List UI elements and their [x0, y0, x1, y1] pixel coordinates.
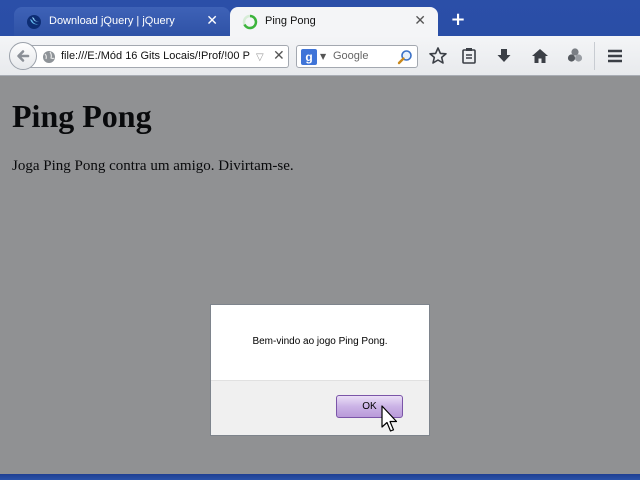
dialog-message: Bem-vindo ao jogo Ping Pong.: [252, 336, 388, 347]
addon-icon[interactable]: [565, 46, 585, 66]
download-icon[interactable]: [494, 46, 514, 66]
hamburger-menu-icon[interactable]: [605, 46, 625, 66]
loading-spinner-icon: [242, 14, 258, 30]
back-button[interactable]: [9, 42, 37, 70]
tab-title: Ping Pong: [265, 15, 316, 27]
bookmark-star-icon[interactable]: [428, 46, 448, 66]
mouse-cursor-icon: [381, 405, 398, 432]
navigation-toolbar: file:///E:/Mód 16 Gits Locais/!Prof/!00 …: [0, 36, 640, 76]
url-text[interactable]: file:///E:/Mód 16 Gits Locais/!Prof/!00 …: [61, 50, 251, 62]
url-bar[interactable]: file:///E:/Mód 16 Gits Locais/!Prof/!00 …: [30, 45, 289, 68]
chevron-down-icon[interactable]: ▼: [320, 52, 326, 61]
new-tab-button[interactable]: +: [448, 10, 468, 30]
stop-icon[interactable]: ✕: [273, 48, 285, 64]
close-icon[interactable]: ✕: [414, 13, 426, 29]
tab-ping-pong[interactable]: Ping Pong ✕: [230, 7, 438, 36]
globe-icon: [43, 51, 55, 63]
tab-download-jquery[interactable]: Download jQuery | jQuery ✕: [14, 7, 230, 36]
toolbar-separator: [594, 42, 595, 70]
page-content: Ping Pong Joga Ping Pong contra um amigo…: [0, 76, 640, 474]
google-icon[interactable]: g: [301, 49, 317, 65]
history-dropdown-icon[interactable]: ▽: [256, 52, 264, 63]
browser-window: Download jQuery | jQuery ✕ Ping Pong ✕ +…: [0, 0, 640, 480]
window-frame-bottom: [0, 474, 640, 480]
search-icon[interactable]: [397, 49, 413, 65]
tab-title: Download jQuery | jQuery: [49, 15, 175, 27]
tab-strip: Download jQuery | jQuery ✕ Ping Pong ✕ +: [0, 0, 640, 36]
home-icon[interactable]: [530, 46, 550, 66]
search-input[interactable]: Google: [333, 50, 368, 62]
close-icon[interactable]: ✕: [206, 13, 218, 29]
jquery-icon: [27, 15, 41, 29]
arrow-left-icon: [17, 50, 30, 62]
search-bar[interactable]: g ▼ Google: [296, 45, 418, 68]
bookmarks-menu-icon[interactable]: [459, 46, 479, 66]
